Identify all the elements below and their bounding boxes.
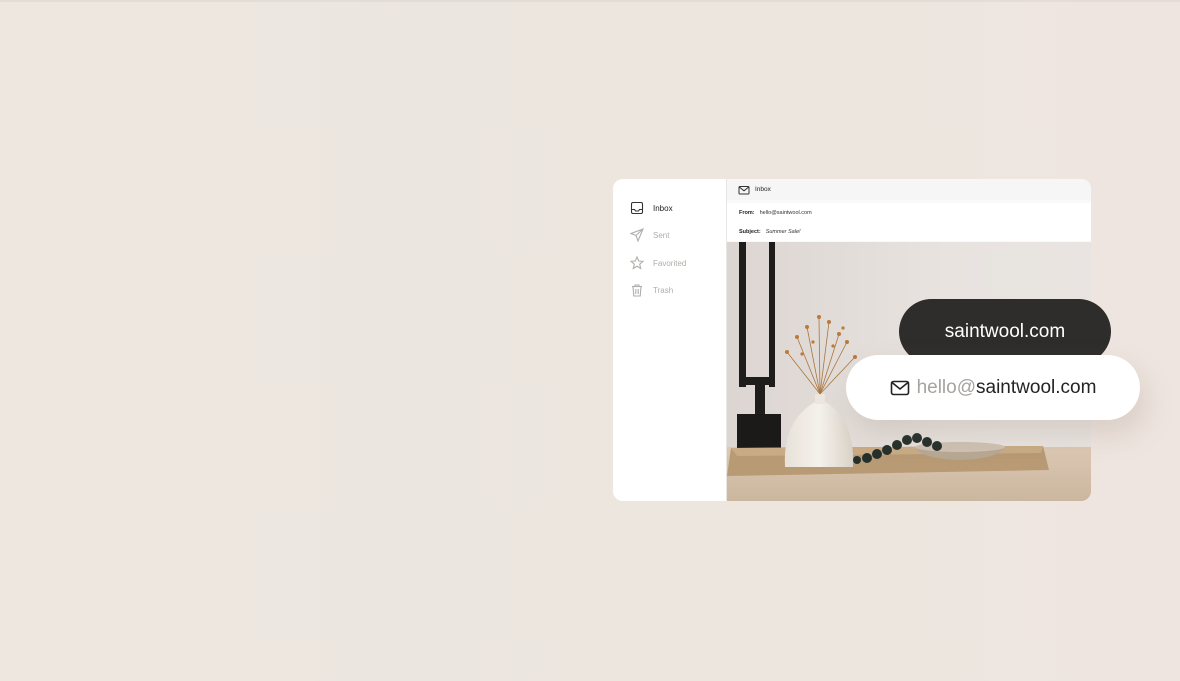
from-field: From: hello@saintwool.com: [727, 203, 1091, 222]
email-address-domain: saintwool.com: [976, 376, 1097, 398]
email-address-prefix: hello@: [916, 376, 977, 398]
from-label: From:: [739, 209, 755, 216]
from-value: hello@saintwool.com: [759, 209, 812, 216]
email-address-badge: hello@ saintwool.com: [846, 355, 1140, 420]
send-icon: [630, 228, 644, 242]
message-pane-title: Inbox: [755, 186, 771, 193]
mail-sidebar: Inbox Sent Favorited Trash: [613, 179, 727, 501]
message-pane-header: Inbox: [727, 179, 1091, 200]
inbox-icon: [630, 201, 644, 215]
sidebar-item-sent[interactable]: Sent: [630, 225, 725, 245]
mail-icon: [738, 184, 750, 196]
sidebar-item-inbox[interactable]: Inbox: [630, 198, 725, 218]
subject-field: Subject: Summer Sale!: [727, 222, 1091, 241]
sidebar-item-trash[interactable]: Trash: [630, 280, 725, 300]
mail-icon: [890, 380, 910, 396]
sidebar-item-label: Trash: [653, 285, 674, 295]
sidebar-item-label: Sent: [653, 230, 670, 240]
sidebar-item-label: Inbox: [653, 203, 673, 213]
subject-value: Summer Sale!: [765, 228, 801, 235]
domain-name-text: saintwool.com: [944, 320, 1066, 342]
top-divider: [0, 0, 1180, 2]
star-icon: [630, 256, 644, 270]
sidebar-item-label: Favorited: [653, 258, 687, 268]
trash-icon: [630, 283, 644, 297]
subject-label: Subject:: [739, 228, 761, 235]
sidebar-item-favorited[interactable]: Favorited: [630, 253, 725, 273]
